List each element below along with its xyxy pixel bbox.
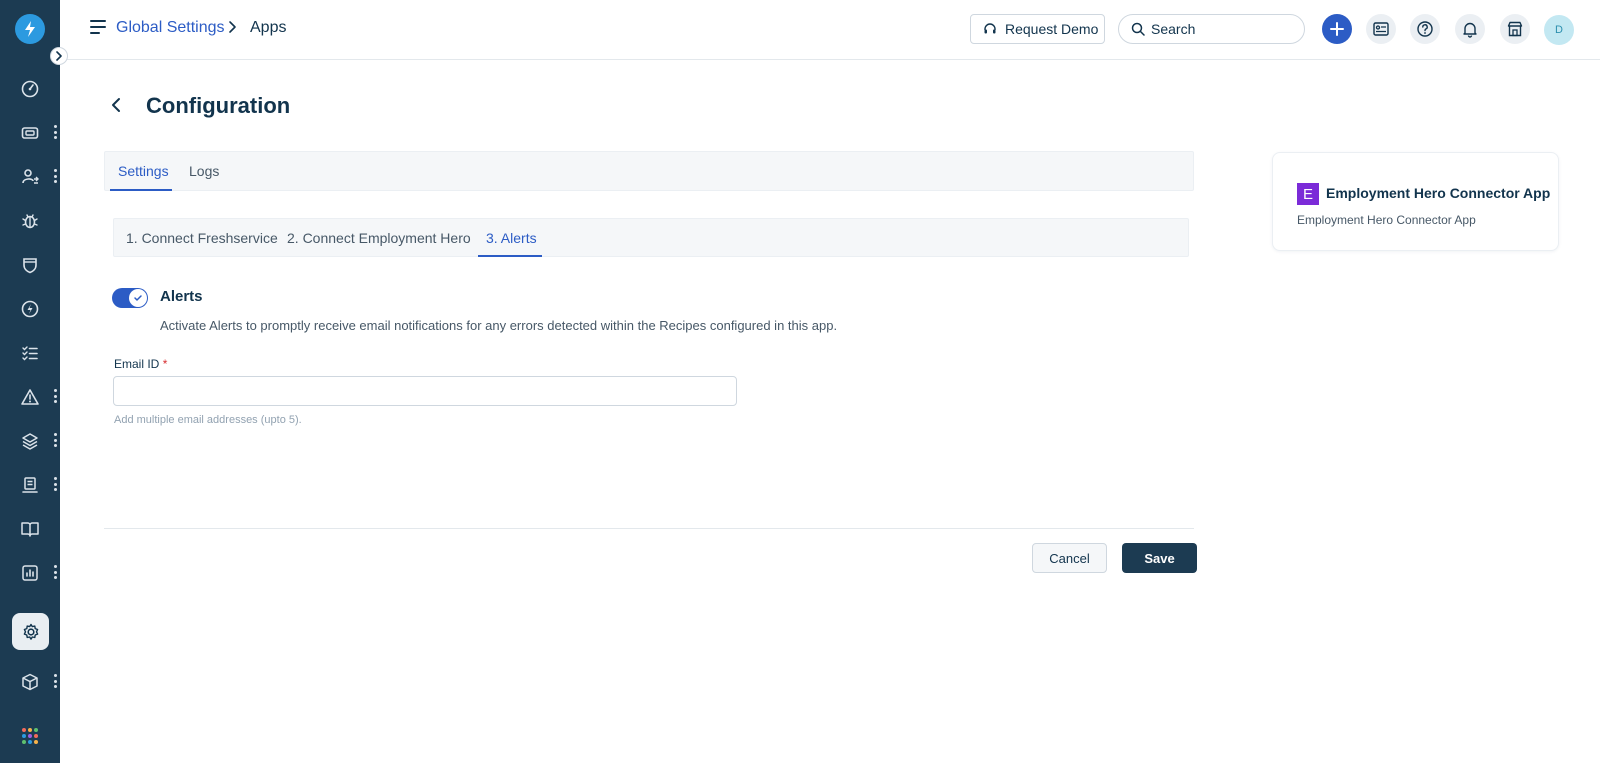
sidebar-item-menu-icon[interactable] bbox=[53, 169, 57, 183]
marketplace-button[interactable] bbox=[1500, 14, 1530, 44]
notifications-button[interactable] bbox=[1455, 14, 1485, 44]
store-icon bbox=[1507, 21, 1523, 37]
save-button[interactable]: Save bbox=[1122, 543, 1197, 573]
page-title: Configuration bbox=[146, 93, 291, 118]
step-connect-employment-hero[interactable]: 2. Connect Employment Hero bbox=[287, 230, 471, 246]
toggle-knob bbox=[129, 289, 147, 307]
check-icon bbox=[134, 295, 142, 301]
sidebar-item-tasks[interactable] bbox=[0, 335, 60, 371]
catalog-icon bbox=[1373, 22, 1389, 36]
sidebar-item-contracts[interactable] bbox=[0, 467, 60, 503]
request-demo-button[interactable]: Request Demo bbox=[970, 14, 1105, 44]
email-label-text: Email ID bbox=[114, 357, 160, 371]
tab-settings[interactable]: Settings bbox=[118, 163, 169, 179]
employment-hero-logo-icon: E bbox=[1297, 183, 1319, 205]
sidebar-item-solutions[interactable] bbox=[0, 511, 60, 547]
help-icon bbox=[1417, 21, 1433, 37]
alert-icon bbox=[21, 389, 39, 405]
lightning-icon bbox=[21, 300, 39, 318]
chevron-right-icon bbox=[56, 51, 62, 61]
shield-icon bbox=[23, 258, 37, 274]
settings-icon bbox=[23, 623, 38, 640]
sidebar-item-menu-icon[interactable] bbox=[53, 389, 57, 403]
sidebar-item-menu-icon[interactable] bbox=[53, 674, 57, 688]
sidebar-item-problems[interactable] bbox=[0, 203, 60, 239]
hamburger-menu-icon[interactable] bbox=[90, 20, 106, 34]
sidebar-item-user-switch[interactable] bbox=[0, 159, 60, 195]
alerts-toggle[interactable] bbox=[112, 288, 148, 308]
sidebar-item-alerts[interactable] bbox=[0, 379, 60, 415]
search-input[interactable] bbox=[1151, 21, 1291, 37]
layers-icon bbox=[22, 433, 38, 450]
bug-icon bbox=[22, 214, 38, 229]
app-subtitle: Employment Hero Connector App bbox=[1297, 213, 1476, 227]
reports-icon bbox=[22, 477, 38, 493]
alerts-title: Alerts bbox=[160, 288, 203, 305]
request-demo-label: Request Demo bbox=[1005, 21, 1099, 37]
sidebar-item-menu-icon[interactable] bbox=[53, 477, 57, 491]
step-alerts[interactable]: 3. Alerts bbox=[486, 230, 537, 246]
service-catalog-button[interactable] bbox=[1366, 14, 1396, 44]
active-step-indicator bbox=[478, 255, 542, 257]
active-tab-indicator bbox=[110, 189, 172, 191]
analytics-icon bbox=[22, 565, 38, 581]
sidebar-item-changes[interactable] bbox=[0, 291, 60, 327]
alerts-description: Activate Alerts to promptly receive emai… bbox=[160, 318, 838, 333]
footer-divider bbox=[104, 528, 1194, 529]
user-avatar[interactable]: D bbox=[1544, 15, 1574, 45]
step-connect-freshservice[interactable]: 1. Connect Freshservice bbox=[126, 230, 278, 246]
breadcrumb-current: Apps bbox=[250, 19, 287, 36]
sidebar-item-tickets[interactable] bbox=[0, 115, 60, 151]
sidebar-item-menu-icon[interactable] bbox=[53, 565, 57, 579]
sidebar-item-assets[interactable] bbox=[0, 423, 60, 459]
app-info-card: E Employment Hero Connector App Employme… bbox=[1272, 152, 1559, 251]
user-switch-icon bbox=[22, 169, 39, 184]
email-field[interactable] bbox=[113, 376, 737, 406]
checklist-icon bbox=[22, 346, 38, 361]
cancel-button[interactable]: Cancel bbox=[1032, 543, 1107, 573]
top-header: Global Settings Apps Request Demo D bbox=[60, 0, 1600, 60]
sidebar-expand-button[interactable] bbox=[50, 47, 68, 65]
sidebar-item-menu-icon[interactable] bbox=[53, 125, 57, 139]
tickets-icon bbox=[21, 127, 39, 139]
config-tabs: Settings Logs bbox=[104, 151, 1194, 191]
sidebar-item-security[interactable] bbox=[0, 247, 60, 283]
sidebar-item-menu-icon[interactable] bbox=[53, 433, 57, 447]
chevron-right-icon bbox=[229, 21, 236, 33]
plus-icon bbox=[1330, 22, 1344, 36]
email-label: Email ID * bbox=[114, 357, 167, 371]
email-hint: Add multiple email addresses (upto 5). bbox=[114, 414, 302, 426]
global-search[interactable] bbox=[1118, 14, 1305, 44]
cube-icon bbox=[22, 673, 38, 691]
required-asterisk: * bbox=[162, 357, 168, 371]
tab-logs[interactable]: Logs bbox=[189, 163, 219, 179]
app-name: Employment Hero Connector App bbox=[1326, 185, 1551, 201]
headset-icon bbox=[984, 23, 996, 34]
book-icon bbox=[21, 522, 39, 537]
dashboard-icon bbox=[21, 80, 39, 98]
new-item-button[interactable] bbox=[1322, 14, 1352, 44]
sidebar-item-admin[interactable] bbox=[12, 613, 49, 650]
sidebar-item-analytics[interactable] bbox=[0, 555, 60, 591]
app-switcher-icon[interactable] bbox=[22, 728, 38, 744]
breadcrumb-global-settings[interactable]: Global Settings bbox=[116, 19, 225, 37]
help-button[interactable] bbox=[1410, 14, 1440, 44]
setup-steps: 1. Connect Freshservice 2. Connect Emplo… bbox=[113, 218, 1189, 257]
sidebar-item-apps[interactable] bbox=[0, 664, 60, 700]
sidebar bbox=[0, 0, 60, 763]
search-icon bbox=[1131, 22, 1145, 36]
back-arrow-icon[interactable] bbox=[109, 97, 125, 113]
bell-icon bbox=[1463, 22, 1477, 38]
sidebar-item-dashboard[interactable] bbox=[0, 71, 60, 107]
freshservice-logo-icon[interactable] bbox=[15, 14, 45, 44]
